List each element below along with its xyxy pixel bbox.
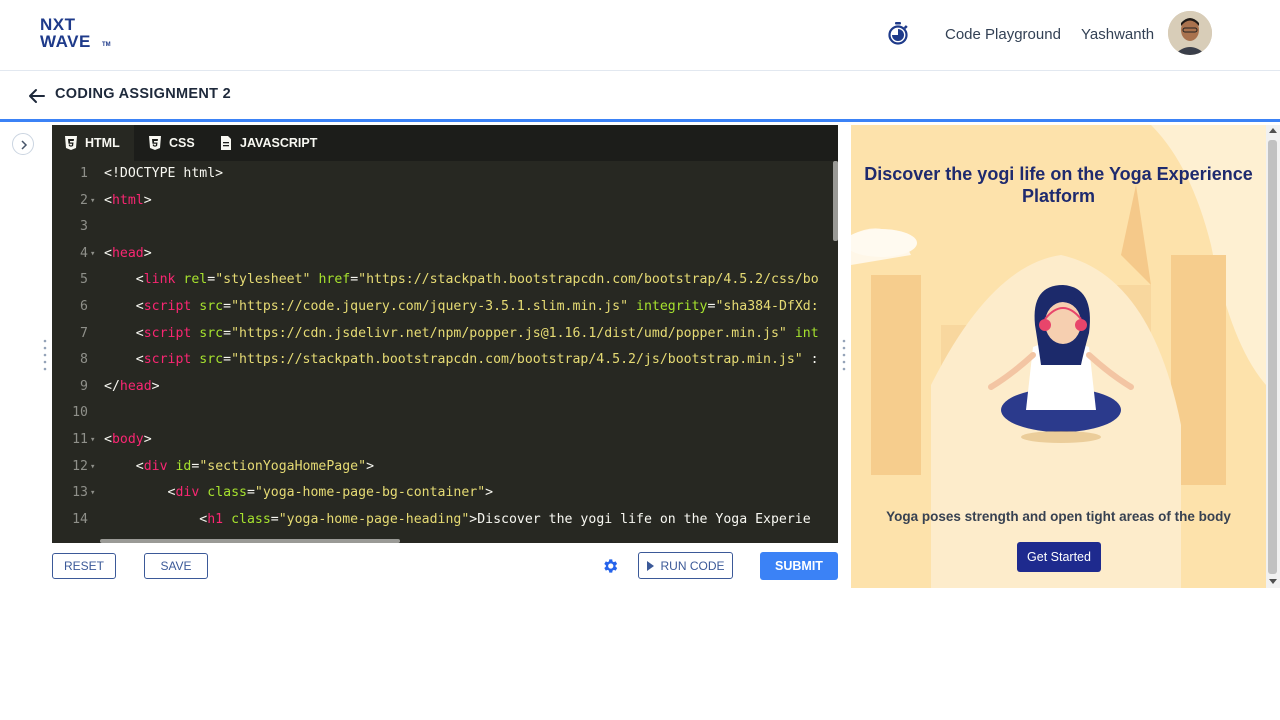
run-code-label: RUN CODE: [660, 558, 725, 573]
line-number: 2: [80, 192, 88, 208]
drag-handle-icon[interactable]: [43, 338, 47, 372]
code-line[interactable]: 12 ▾ <div id="sectionYogaHomePage">: [52, 454, 832, 481]
line-number: 3: [80, 219, 88, 235]
fold-icon[interactable]: ▾: [90, 480, 95, 507]
output-preview: Discover the yogi life on the Yoga Exper…: [851, 125, 1266, 588]
line-number: 7: [80, 325, 88, 341]
play-icon: [647, 560, 655, 571]
code-line[interactable]: 13 ▾ <div class="yoga-home-page-bg-contai…: [52, 480, 832, 507]
get-started-button[interactable]: Get Started: [1017, 542, 1101, 572]
tab-html[interactable]: HTML: [52, 125, 134, 161]
code-editor[interactable]: HTML CSS JAVASCRIPT 1 <!DOCTYPE html> 2 ▾ <h…: [52, 125, 838, 543]
stopwatch-icon[interactable]: [886, 21, 910, 45]
fold-icon[interactable]: ▾: [90, 241, 95, 268]
logo-tm: TM: [102, 42, 111, 48]
code-line[interactable]: 6 <script src="https://code.jquery.com/j…: [52, 294, 832, 321]
code-line[interactable]: 9 </head>: [52, 374, 832, 401]
line-number: 1: [80, 166, 88, 181]
code-line[interactable]: 14 <h1 class="yoga-home-page-heading">Di…: [52, 507, 832, 534]
code-line[interactable]: 2 ▾ <html>: [52, 188, 832, 215]
fold-icon[interactable]: ▾: [90, 427, 95, 454]
code-text: <h1 class="yoga-home-page-heading">Disco…: [104, 511, 811, 527]
code-text: <script src="https://code.jquery.com/jqu…: [104, 299, 819, 314]
line-number: 11: [72, 432, 88, 447]
expand-sidebar-button[interactable]: [12, 133, 34, 155]
tab-label: HTML: [85, 136, 120, 150]
run-code-button[interactable]: RUN CODE: [638, 552, 733, 579]
code-text: <body>: [104, 432, 152, 447]
code-line[interactable]: 3: [52, 214, 832, 241]
line-number: 9: [80, 378, 88, 394]
panel-resize-handle-icon[interactable]: [842, 338, 846, 372]
user-name[interactable]: Yashwanth: [1081, 26, 1154, 43]
line-number: 8: [80, 352, 88, 368]
fold-icon[interactable]: ▾: [90, 454, 95, 481]
preview-heading: Discover the yogi life on the Yoga Exper…: [864, 164, 1253, 206]
preview-scrollbar-thumb[interactable]: [1268, 140, 1277, 574]
tab-label: CSS: [169, 136, 195, 150]
css3-icon: [149, 136, 161, 150]
code-area[interactable]: 1 <!DOCTYPE html> 2 ▾ <html> 3 4 ▾ <head> 5 <link…: [52, 161, 838, 543]
assignment-header: CODING ASSIGNMENT 2: [0, 72, 1280, 122]
line-number: 10: [72, 405, 88, 421]
code-line[interactable]: 10: [52, 400, 832, 427]
logo-line-2: WAVE: [40, 32, 91, 51]
code-line[interactable]: 1 <!DOCTYPE html>: [52, 161, 832, 188]
line-number: 5: [80, 272, 88, 288]
line-number: 14: [72, 511, 88, 527]
line-number: 6: [80, 299, 88, 314]
tab-javascript[interactable]: JAVASCRIPT: [207, 125, 329, 161]
editor-horizontal-scrollbar[interactable]: [100, 539, 400, 543]
code-text: <head>: [104, 245, 152, 261]
html5-icon: [65, 136, 77, 150]
top-navbar: NXT WAVE TM Code Playground Yashwanth: [0, 0, 1280, 71]
line-number: 12: [72, 458, 88, 474]
code-line[interactable]: 7 <script src="https://cdn.jsdelivr.net/…: [52, 321, 832, 348]
scroll-down-arrow-icon[interactable]: [1269, 579, 1277, 584]
save-button[interactable]: SAVE: [144, 553, 208, 579]
tab-css[interactable]: CSS: [136, 125, 207, 161]
code-text: </head>: [104, 378, 160, 394]
code-text: <div class="yoga-home-page-bg-container"…: [104, 485, 494, 501]
gear-icon[interactable]: [601, 557, 619, 575]
code-text: <html>: [104, 192, 152, 208]
nxtwave-logo[interactable]: NXT WAVE TM: [40, 15, 115, 55]
editor-tabs: HTML CSS JAVASCRIPT: [52, 125, 838, 161]
reset-button[interactable]: RESET: [52, 553, 116, 579]
code-line[interactable]: 11 ▾ <body>: [52, 427, 832, 454]
back-arrow-icon[interactable]: [27, 84, 47, 106]
preview-description: Yoga poses strength and open tight areas…: [886, 509, 1231, 524]
avatar[interactable]: [1168, 11, 1212, 55]
chevron-right-icon: [21, 140, 28, 150]
code-line[interactable]: 8 <script src="https://stackpath.bootstr…: [52, 347, 832, 374]
page-title: CODING ASSIGNMENT 2: [55, 86, 231, 102]
code-text: <script src="https://stackpath.bootstrap…: [104, 352, 819, 368]
code-text: <script src="https://cdn.jsdelivr.net/np…: [104, 325, 819, 341]
line-number: 13: [72, 485, 88, 501]
code-line[interactable]: 4 ▾ <head>: [52, 241, 832, 268]
code-playground-link[interactable]: Code Playground: [945, 26, 1061, 43]
editor-vertical-scrollbar[interactable]: [833, 161, 838, 241]
code-text: <link rel="stylesheet" href="https://sta…: [104, 272, 819, 288]
avatar-image: [1168, 11, 1212, 55]
code-line[interactable]: 5 <link rel="stylesheet" href="https://s…: [52, 267, 832, 294]
submit-button[interactable]: SUBMIT: [760, 552, 838, 580]
file-icon: [221, 136, 231, 150]
scroll-up-arrow-icon[interactable]: [1269, 128, 1277, 133]
code-text: <!DOCTYPE html>: [104, 166, 224, 181]
fold-icon[interactable]: ▾: [90, 188, 95, 215]
line-number: 4: [80, 245, 88, 261]
tab-label: JAVASCRIPT: [240, 136, 318, 150]
code-text: <div id="sectionYogaHomePage">: [104, 458, 375, 474]
